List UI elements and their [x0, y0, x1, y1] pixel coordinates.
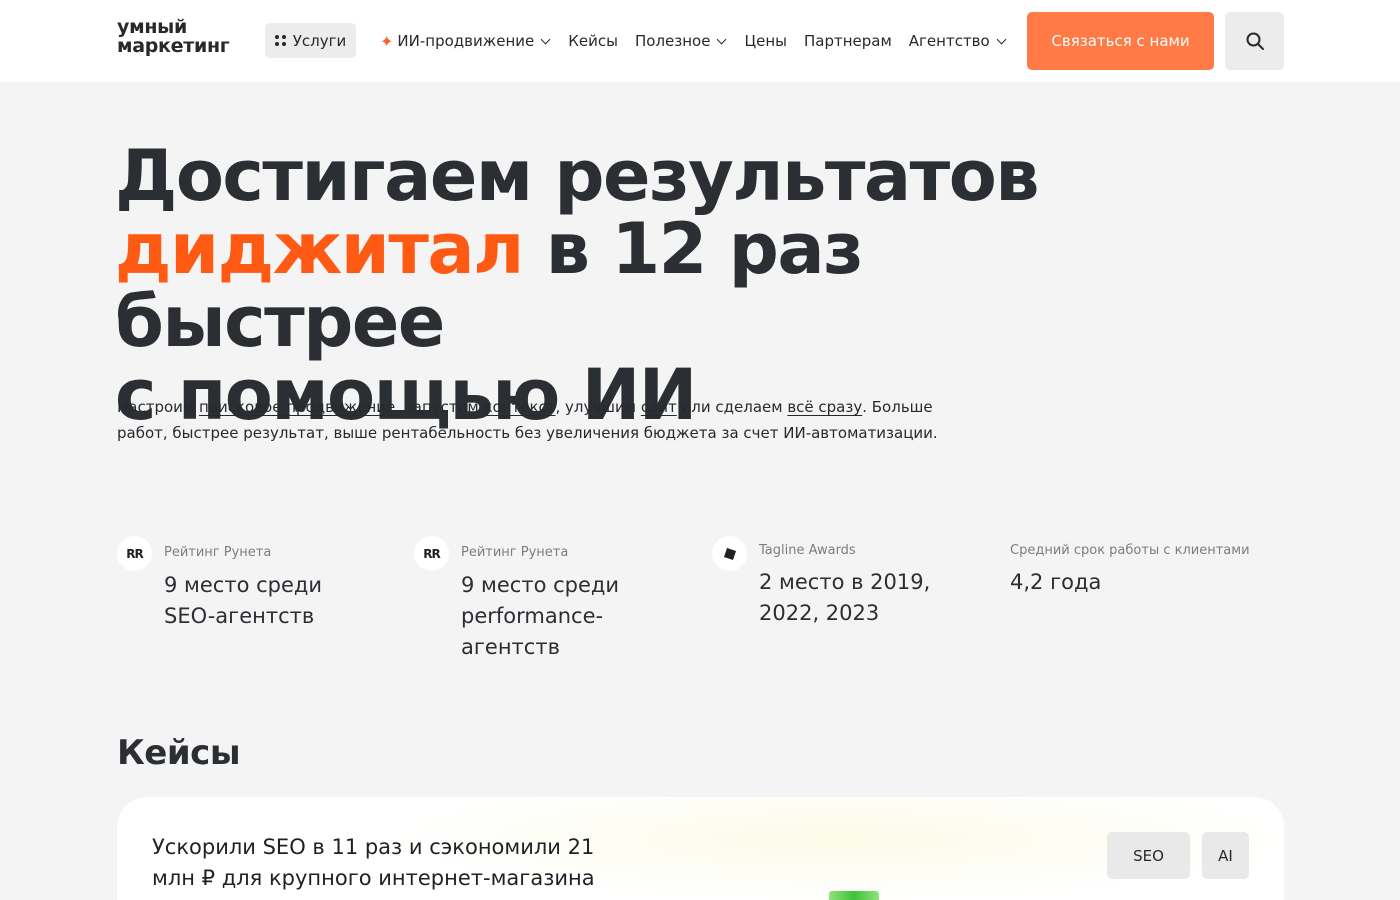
stat-value: 4,2 года [1010, 570, 1102, 594]
logo-line-2: маркетинг [117, 35, 230, 57]
nav-label: Кейсы [568, 32, 618, 50]
nav-label: Партнерам [803, 32, 892, 50]
hero-description: Настроим поисковое продвижение, запустим… [117, 394, 977, 446]
logo[interactable]: умный маркетинг [117, 18, 230, 57]
nav-label: Агентство [908, 32, 990, 50]
desc-text: , улучшим [555, 398, 641, 416]
services-button[interactable]: Услуги [265, 23, 356, 58]
desc-text: или сделаем [676, 398, 788, 416]
nav-item-prices[interactable]: Цены [744, 32, 787, 50]
stat-value: 9 место среди performance-агентств [461, 573, 620, 659]
case-preview-image [829, 891, 879, 900]
stat-value: 9 место среди SEO-агентств [164, 573, 323, 628]
case-card[interactable]: Ускорили SEO в 11 раз и сэкономили 21 мл… [117, 797, 1284, 900]
contact-us-button[interactable]: Связаться с нами [1027, 12, 1214, 70]
desc-text: Настроим [117, 398, 199, 416]
link-context[interactable]: контекст [483, 398, 555, 416]
sparkle-icon: ✦ [380, 31, 394, 51]
stat-label: Рейтинг Рунета [461, 545, 569, 560]
runet-rating-icon: RR [117, 536, 152, 571]
site-header: умный маркетинг Услуги ✦ ИИ-продвижение … [0, 0, 1400, 82]
nav-label: Полезное [634, 32, 711, 50]
nav-item-ai-promotion[interactable]: ✦ ИИ-продвижение [380, 32, 551, 51]
nav-item-useful[interactable]: Полезное [635, 32, 727, 50]
stat-value: 2 место в 2019, 2022, 2023 [759, 570, 931, 625]
services-label: Услуги [292, 31, 347, 50]
chevron-down-icon [996, 34, 1007, 44]
desc-text: , запустим [395, 398, 484, 416]
nav-label: Цены [744, 32, 787, 50]
main-nav: ✦ ИИ-продвижение Кейсы Полезное Цены Пар… [380, 28, 1024, 54]
chevron-down-icon [717, 34, 727, 44]
nav-label: ИИ-продвижение [397, 32, 535, 50]
hero-title-line-1: Достигаем результатов [115, 135, 1040, 217]
tag-seo[interactable]: SEO [1107, 832, 1190, 879]
link-seo[interactable]: поисковое продвижение [199, 398, 395, 416]
runet-rating-icon: RR [414, 536, 449, 571]
stat-label: Рейтинг Рунета [164, 545, 272, 560]
grid-dots-icon [274, 35, 286, 46]
cases-heading: Кейсы [117, 733, 241, 773]
nav-item-partners[interactable]: Партнерам [804, 32, 892, 50]
link-site[interactable]: сайт [641, 398, 677, 416]
hero-title-accent: диджитал [115, 208, 524, 290]
nav-item-agency[interactable]: Агентство [909, 32, 1007, 50]
case-title: Ускорили SEO в 11 раз и сэкономили 21 мл… [152, 835, 595, 890]
stat-label: Средний срок работы с клиентами [1010, 543, 1250, 558]
tagline-icon [712, 536, 747, 571]
link-all[interactable]: всё сразу [787, 398, 862, 416]
nav-item-cases[interactable]: Кейсы [568, 32, 618, 50]
search-icon [1246, 32, 1264, 50]
stat-label: Tagline Awards [759, 543, 856, 558]
chevron-down-icon [540, 34, 551, 44]
hero-title: Достигаем результатов диджитал в 12 раз … [115, 140, 1115, 432]
search-button[interactable] [1225, 12, 1284, 70]
tag-ai[interactable]: AI [1202, 832, 1249, 879]
